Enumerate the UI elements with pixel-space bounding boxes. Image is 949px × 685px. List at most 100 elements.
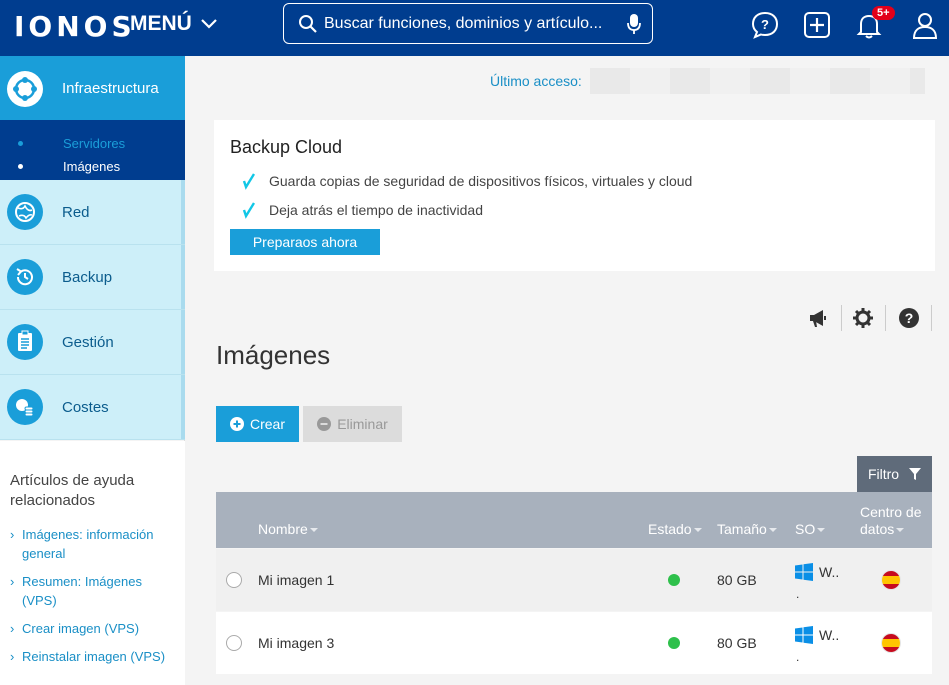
- windows-icon: [795, 563, 813, 581]
- search-box: [283, 3, 653, 44]
- row-os: W..: [795, 563, 839, 581]
- sidebar-item-costes[interactable]: Costes: [0, 375, 185, 440]
- filter-button[interactable]: Filtro: [857, 456, 932, 492]
- help-icon[interactable]: ?: [898, 307, 920, 329]
- sidebar-item-label: Costes: [62, 398, 109, 416]
- check-icon: [242, 172, 256, 190]
- notification-badge: 5+: [872, 6, 895, 20]
- sort-caret-icon: [896, 528, 905, 533]
- promo-cta-button[interactable]: Preparaos ahora: [230, 229, 380, 255]
- sidebar-subitem-servidores[interactable]: Servidores: [0, 132, 185, 155]
- help-link[interactable]: › Imágenes: información general: [10, 525, 175, 563]
- row-size: 80 GB: [717, 635, 757, 651]
- column-label: Centro de: [860, 504, 922, 520]
- column-header-size[interactable]: Tamaño: [717, 521, 777, 537]
- menu-button[interactable]: MENÚ: [130, 12, 218, 36]
- sort-caret-icon: [693, 528, 702, 533]
- help-link-label: Crear imagen (VPS): [22, 621, 140, 636]
- row-select-radio[interactable]: [226, 635, 242, 651]
- column-header-name[interactable]: Nombre: [258, 521, 318, 537]
- status-ok-icon: [668, 637, 680, 649]
- scroll-edge: [181, 310, 185, 374]
- column-header-datacenter[interactable]: Centro de datos: [860, 504, 921, 538]
- table-row[interactable]: Mi imagen 1 80 GB W.. .: [216, 549, 932, 611]
- row-name: Mi imagen 1: [258, 572, 335, 588]
- toolbar-divider: [931, 305, 932, 331]
- row-os-label: W..: [819, 627, 840, 643]
- plus-circle-icon: [229, 417, 244, 431]
- sub-nav: Servidores Imágenes: [0, 120, 185, 180]
- chevron-right-icon: ›: [10, 527, 15, 542]
- clipboard-icon: [7, 324, 43, 360]
- help-link-label: Imágenes: información general: [22, 527, 154, 561]
- bullet-icon: [18, 141, 23, 146]
- spain-flag-icon: [882, 571, 900, 589]
- help-chat-icon[interactable]: ?: [750, 10, 780, 40]
- column-label: Tamaño: [717, 521, 767, 537]
- column-label: SO: [795, 521, 816, 537]
- coins-icon: [7, 389, 43, 425]
- column-label: Nombre: [258, 521, 308, 537]
- table-row[interactable]: Mi imagen 3 80 GB W.. .: [216, 612, 932, 674]
- help-link[interactable]: › Resumen: Imágenes (VPS): [10, 572, 175, 610]
- toolbar-divider: [885, 305, 886, 331]
- sort-caret-icon: [309, 528, 318, 533]
- help-link[interactable]: › Crear imagen (VPS): [10, 619, 175, 638]
- column-header-os[interactable]: SO: [795, 521, 826, 537]
- help-link[interactable]: › Reinstalar imagen (VPS): [10, 647, 175, 666]
- delete-button-label: Eliminar: [337, 416, 388, 432]
- help-articles: Artículos de ayuda relacionados › Imágene…: [0, 441, 185, 685]
- svg-text:?: ?: [761, 17, 769, 32]
- table-header: Nombre Estado Tamaño SO Centro de datos: [216, 492, 932, 548]
- sort-caret-icon: [817, 528, 826, 533]
- page-title: Imágenes: [216, 340, 331, 370]
- gear-icon[interactable]: [852, 307, 874, 329]
- create-button[interactable]: Crear: [216, 406, 299, 442]
- ionos-logo[interactable]: IONOS: [14, 10, 136, 43]
- row-name: Mi imagen 3: [258, 635, 335, 651]
- column-label: datos: [860, 521, 895, 537]
- filter-button-label: Filtro: [867, 466, 900, 482]
- row-select-radio[interactable]: [226, 572, 242, 588]
- help-title: Artículos de ayuda relacionados: [10, 472, 135, 509]
- sidebar: Infraestructura Servidores Imágenes Red …: [0, 56, 185, 685]
- column-header-status[interactable]: Estado: [648, 521, 702, 537]
- check-icon: [242, 201, 256, 219]
- windows-icon: [795, 626, 813, 644]
- user-icon[interactable]: [910, 10, 940, 40]
- minus-circle-icon: [317, 417, 332, 431]
- microphone-icon[interactable]: [626, 13, 642, 35]
- megaphone-icon[interactable]: [807, 307, 829, 329]
- help-link-label: Resumen: Imágenes (VPS): [22, 574, 142, 608]
- delete-button[interactable]: Eliminar: [303, 406, 402, 442]
- promo-feature: Deja atrás el tiempo de inactividad: [230, 195, 919, 224]
- history-clock-icon: [7, 259, 43, 295]
- search-icon: [299, 14, 317, 33]
- row-os-extra: .: [796, 587, 800, 601]
- menu-label: MENÚ: [130, 12, 192, 35]
- sort-caret-icon: [768, 528, 777, 533]
- sidebar-item-backup[interactable]: Backup: [0, 245, 185, 310]
- sidebar-item-gestion[interactable]: Gestión: [0, 310, 185, 375]
- last-access-label: Último acceso:: [490, 73, 582, 89]
- scroll-edge: [181, 180, 185, 244]
- top-bar: IONOS MENÚ ? 5+: [0, 0, 949, 56]
- toolbar-divider: [841, 305, 842, 331]
- row-os-label: W..: [819, 564, 840, 580]
- funnel-icon: [909, 467, 922, 480]
- row-os: W..: [795, 626, 839, 644]
- sidebar-item-infraestructura[interactable]: Infraestructura: [0, 56, 185, 121]
- search-input[interactable]: [324, 14, 620, 33]
- column-label: Estado: [648, 521, 692, 537]
- globe-icon: [7, 194, 43, 230]
- row-os-extra: .: [796, 650, 800, 664]
- chevron-right-icon: ›: [10, 649, 15, 664]
- sidebar-subitem-label: Servidores: [63, 136, 126, 151]
- promo-title: Backup Cloud: [230, 137, 343, 157]
- sidebar-subitem-label: Imágenes: [63, 159, 121, 174]
- sidebar-item-red[interactable]: Red: [0, 180, 185, 245]
- add-icon[interactable]: [802, 10, 832, 40]
- sidebar-subitem-imagenes[interactable]: Imágenes: [0, 155, 185, 178]
- promo-banner: Backup Cloud Guarda copias de seguridad …: [214, 120, 935, 271]
- spain-flag-icon: [882, 634, 900, 652]
